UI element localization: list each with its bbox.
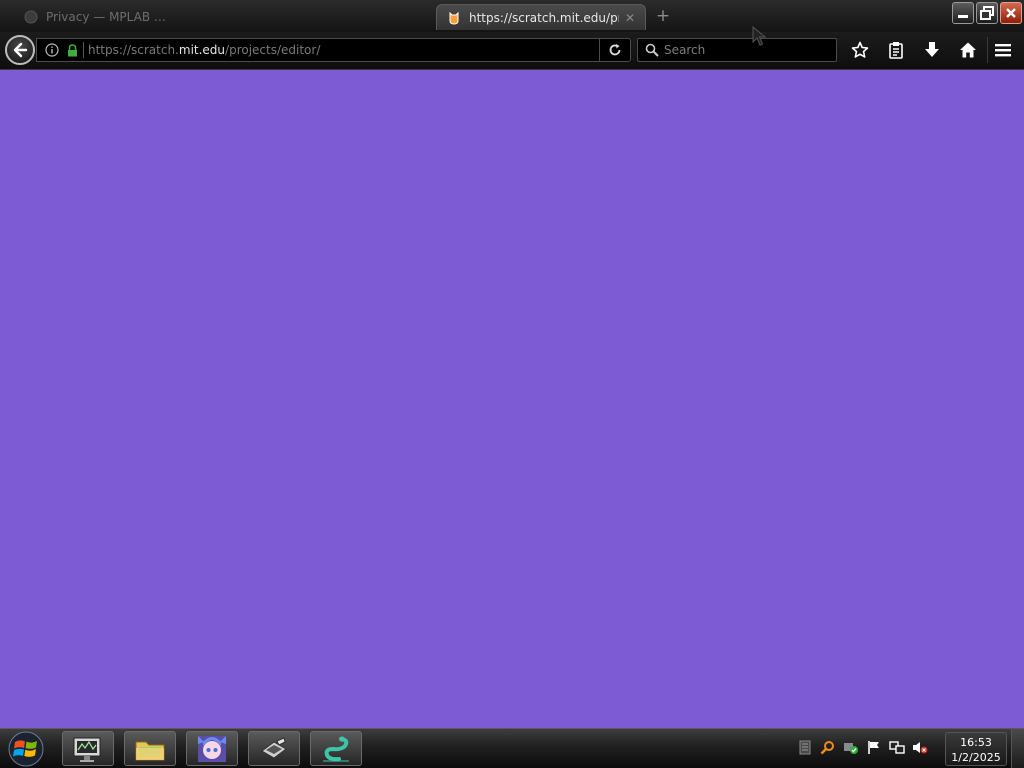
tray-network-icon[interactable]: [888, 739, 905, 756]
tab-inactive[interactable]: Privacy — MPLAB …: [14, 4, 434, 30]
search-input[interactable]: [662, 43, 824, 57]
browser-tabstrip: Privacy — MPLAB … https://scratch.mit.ed…: [0, 0, 1024, 32]
browser-navbar: https://scratch.mit.edu/projects/editor/: [0, 32, 1024, 70]
download-arrow-icon: [925, 42, 939, 57]
system-tray: [796, 739, 928, 756]
taskbar-app-tools[interactable]: [248, 731, 300, 766]
tray-volume-muted-icon[interactable]: [911, 739, 928, 756]
hamburger-icon: [995, 44, 1011, 57]
taskbar-app-avatar[interactable]: [186, 731, 238, 766]
url-domain: mit.edu: [178, 43, 226, 57]
reading-list-button[interactable]: [880, 37, 912, 63]
url-separator: [83, 42, 84, 58]
downloads-button[interactable]: [916, 37, 948, 63]
clock-date: 1/2/2025: [951, 751, 1001, 764]
tab-title: https://scratch.mit.edu/projects/editor/: [469, 10, 619, 25]
page-content[interactable]: [0, 70, 1024, 728]
windows-logo-icon: [8, 731, 44, 767]
snake-icon: [323, 735, 349, 762]
secure-lock-icon: [65, 43, 79, 57]
bookmark-star-button[interactable]: [844, 37, 876, 63]
url-text[interactable]: https://scratch.mit.edu/projects/editor/: [88, 43, 599, 57]
home-icon: [960, 42, 976, 58]
desktop-screen: Privacy — MPLAB … https://scratch.mit.ed…: [0, 0, 1024, 768]
folder-icon: [135, 741, 165, 760]
clock-time: 16:53: [960, 736, 992, 749]
tray-security-icon[interactable]: [842, 739, 859, 756]
restore-button[interactable]: [976, 2, 998, 24]
windows-taskbar: 16:53 1/2/2025: [0, 728, 1024, 768]
url-prefix: https://scratch.: [88, 43, 179, 57]
taskbar-app-file-explorer[interactable]: [124, 731, 176, 766]
home-button[interactable]: [952, 37, 984, 63]
close-window-button[interactable]: [1000, 2, 1022, 24]
tray-notes-icon[interactable]: [796, 739, 813, 756]
tab-title: Privacy — MPLAB …: [46, 10, 166, 24]
url-path: /projects/editor/: [225, 43, 321, 57]
minimize-button[interactable]: [952, 2, 974, 24]
new-tab-plus-icon[interactable]: +: [652, 5, 674, 27]
back-button[interactable]: [5, 35, 35, 65]
scratch-cat-icon: [447, 11, 461, 25]
globe-icon: [24, 10, 38, 24]
show-desktop-button[interactable]: [1011, 729, 1024, 768]
toolbox-icon: [261, 736, 287, 759]
taskbar-clock[interactable]: 16:53 1/2/2025: [945, 732, 1007, 766]
address-bar[interactable]: https://scratch.mit.edu/projects/editor/: [36, 38, 631, 62]
mouse-cursor-icon: [752, 25, 767, 50]
star-icon: [851, 41, 869, 58]
start-button[interactable]: [4, 730, 48, 768]
search-bar[interactable]: [637, 38, 837, 62]
tray-search-icon[interactable]: [819, 739, 836, 756]
window-controls: [952, 2, 1022, 24]
hamburger-menu-button[interactable]: [987, 37, 1018, 63]
tab-close-icon[interactable]: ✕: [625, 11, 635, 25]
tab-active[interactable]: https://scratch.mit.edu/projects/editor/…: [436, 4, 646, 30]
reload-icon: [609, 44, 621, 56]
monitor-icon: [73, 737, 101, 762]
taskbar-app-snake[interactable]: [310, 731, 362, 766]
reload-button[interactable]: [599, 39, 630, 61]
taskbar-app-system-monitor[interactable]: [62, 731, 114, 766]
tray-action-center-flag-icon[interactable]: [865, 739, 882, 756]
back-arrow-icon: [13, 42, 28, 58]
anime-character-icon: [198, 735, 226, 762]
clipboard-icon: [889, 42, 903, 59]
toolbar-icons: [844, 37, 988, 63]
search-icon: [642, 43, 662, 57]
site-info-icon[interactable]: [43, 43, 61, 57]
